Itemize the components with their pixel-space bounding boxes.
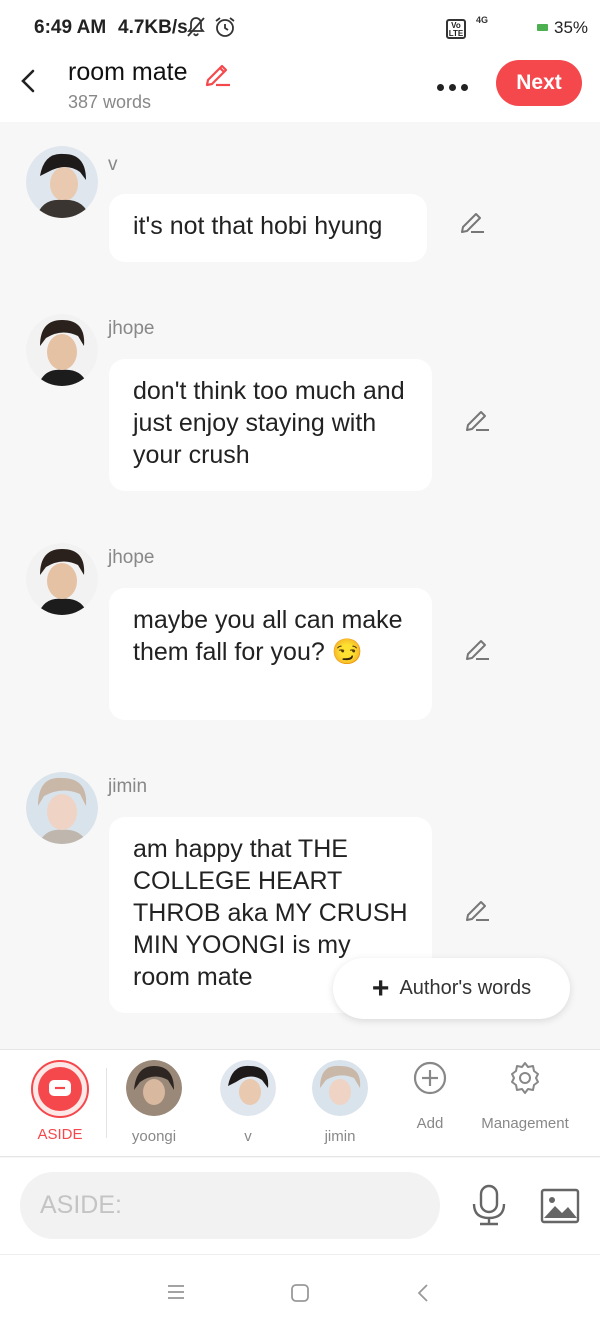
image-icon[interactable] [540, 1188, 580, 1224]
input-bar [0, 1158, 600, 1254]
character-jimin[interactable]: jimin [310, 1060, 370, 1145]
aside-input[interactable] [20, 1172, 440, 1239]
back-nav-icon[interactable] [416, 1283, 430, 1303]
plus-icon: + [371, 971, 390, 1005]
alarm-icon [215, 17, 235, 37]
authors-words-label: Author's words [399, 977, 532, 999]
status-time: 6:49 AM [34, 17, 107, 38]
edit-message-pencil-icon[interactable] [458, 206, 486, 234]
story-title[interactable]: room mate [68, 58, 187, 87]
edit-message-pencil-icon[interactable] [463, 894, 491, 922]
aside-chat-icon [49, 1080, 71, 1096]
authors-words-button[interactable]: + Author's words [333, 958, 570, 1019]
back-arrow-icon[interactable] [16, 66, 42, 96]
message-bubble[interactable]: don't think too much and just enjoy stay… [109, 359, 432, 491]
avatar-jimin[interactable] [26, 772, 98, 844]
battery-icon [537, 24, 548, 31]
character-yoongi[interactable]: yoongi [122, 1060, 186, 1145]
avatar-v[interactable] [26, 146, 98, 218]
bell-off-icon [187, 17, 205, 37]
character-label: ASIDE [37, 1126, 83, 1143]
avatar-jhope[interactable] [26, 314, 98, 386]
menu-icon[interactable] [166, 1283, 186, 1301]
edit-title-pencil-icon[interactable] [202, 58, 232, 88]
microphone-icon[interactable] [470, 1184, 508, 1228]
gear-icon [511, 1062, 539, 1094]
add-character-button[interactable]: Add [400, 1060, 460, 1132]
message-bubble[interactable]: maybe you all can make them fall for you… [109, 588, 432, 720]
status-bar: 6:49 AM 4.7KB/s Vo LTE 4G 35% [0, 0, 600, 56]
speaker-name: v [108, 154, 118, 175]
edit-message-pencil-icon[interactable] [463, 404, 491, 432]
more-options-icon[interactable] [437, 78, 473, 91]
character-label: jimin [324, 1128, 356, 1145]
add-circle-icon [413, 1061, 447, 1095]
home-square-icon[interactable] [290, 1283, 310, 1303]
system-nav-bar [0, 1254, 600, 1333]
header: room mate 387 words Next [0, 56, 600, 122]
speaker-name: jhope [108, 547, 155, 568]
signal-icon: 4G [476, 15, 489, 25]
next-button[interactable]: Next [496, 60, 582, 106]
speaker-name: jimin [108, 776, 148, 797]
character-bar: ASIDE yoongi v jimin Add Management [0, 1049, 600, 1157]
character-aside[interactable]: ASIDE [28, 1060, 92, 1143]
message-bubble[interactable]: it's not that hobi hyung [109, 194, 427, 262]
edit-message-pencil-icon[interactable] [463, 633, 491, 661]
status-net-speed: 4.7KB/s [118, 17, 188, 38]
management-label: Management [481, 1115, 569, 1132]
word-count: 387 words [68, 92, 152, 112]
character-label: yoongi [131, 1128, 177, 1145]
avatar-jhope[interactable] [26, 543, 98, 615]
divider [106, 1068, 107, 1138]
character-v[interactable]: v [216, 1060, 280, 1145]
volte-icon: Vo LTE [446, 19, 466, 39]
speaker-name: jhope [108, 318, 155, 339]
add-label: Add [416, 1115, 444, 1132]
character-label: v [244, 1128, 252, 1145]
status-battery: 35% [554, 18, 589, 37]
management-button[interactable]: Management [475, 1060, 575, 1132]
